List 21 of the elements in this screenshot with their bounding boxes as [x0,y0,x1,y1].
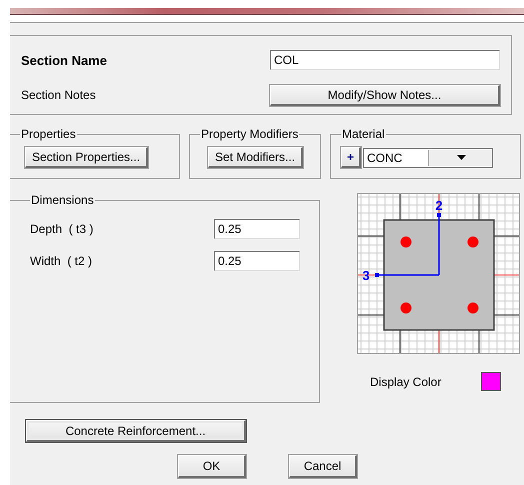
concrete-reinforcement-button[interactable]: Concrete Reinforcement... [26,420,246,442]
dimension-label: Depth ( t3 ) [30,222,94,236]
section-properties-button[interactable]: Section Properties... [25,147,148,168]
add-material-button[interactable]: + [341,147,361,168]
dimension-field[interactable]: 0.25 [214,251,300,271]
modify-notes-button[interactable]: Modify/Show Notes... [270,84,500,106]
color-swatch[interactable] [481,372,502,391]
group-title: Properties [20,127,77,141]
section-name-label: Section Name [20,52,108,68]
material-dropdown[interactable]: CONC [363,148,493,168]
section-notes-label: Section Notes [20,88,97,102]
dialog-button[interactable]: Cancel [289,455,357,478]
group-title: Dimensions [30,193,95,207]
dimension-label: Width ( t2 ) [30,254,94,268]
section-name-field[interactable]: COL [270,50,500,70]
set-modifiers-button[interactable]: Set Modifiers... [208,147,304,168]
group-title: Material [341,127,386,141]
display-color-label: Display Color [370,374,442,388]
group-title: Property Modifiers [200,127,300,141]
dialog-button[interactable]: OK [178,455,246,478]
dimension-field[interactable]: 0.25 [214,219,300,239]
